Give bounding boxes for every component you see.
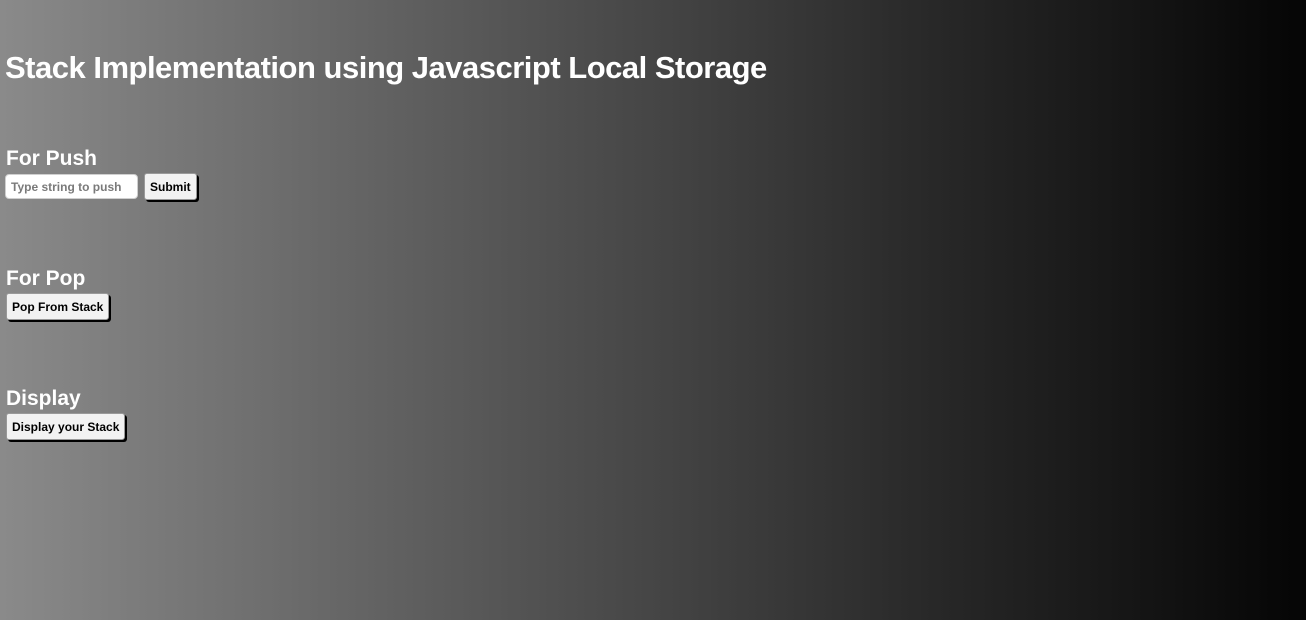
push-input[interactable]: [5, 174, 138, 199]
pop-from-stack-button[interactable]: Pop From Stack: [6, 293, 110, 320]
display-heading: Display: [6, 387, 81, 410]
push-row: Submit: [5, 173, 197, 200]
display-section: Display Display your Stack: [6, 387, 126, 440]
pop-heading: For Pop: [6, 267, 86, 290]
pop-row: Pop From Stack: [6, 293, 110, 320]
push-heading: For Push: [6, 147, 98, 170]
pop-section: For Pop Pop From Stack: [6, 267, 110, 320]
page-title: Stack Implementation using Javascript Lo…: [5, 50, 767, 85]
submit-button[interactable]: Submit: [144, 173, 197, 200]
display-stack-button[interactable]: Display your Stack: [6, 413, 126, 440]
push-section: For Push Submit: [5, 147, 197, 200]
display-row: Display your Stack: [6, 413, 126, 440]
